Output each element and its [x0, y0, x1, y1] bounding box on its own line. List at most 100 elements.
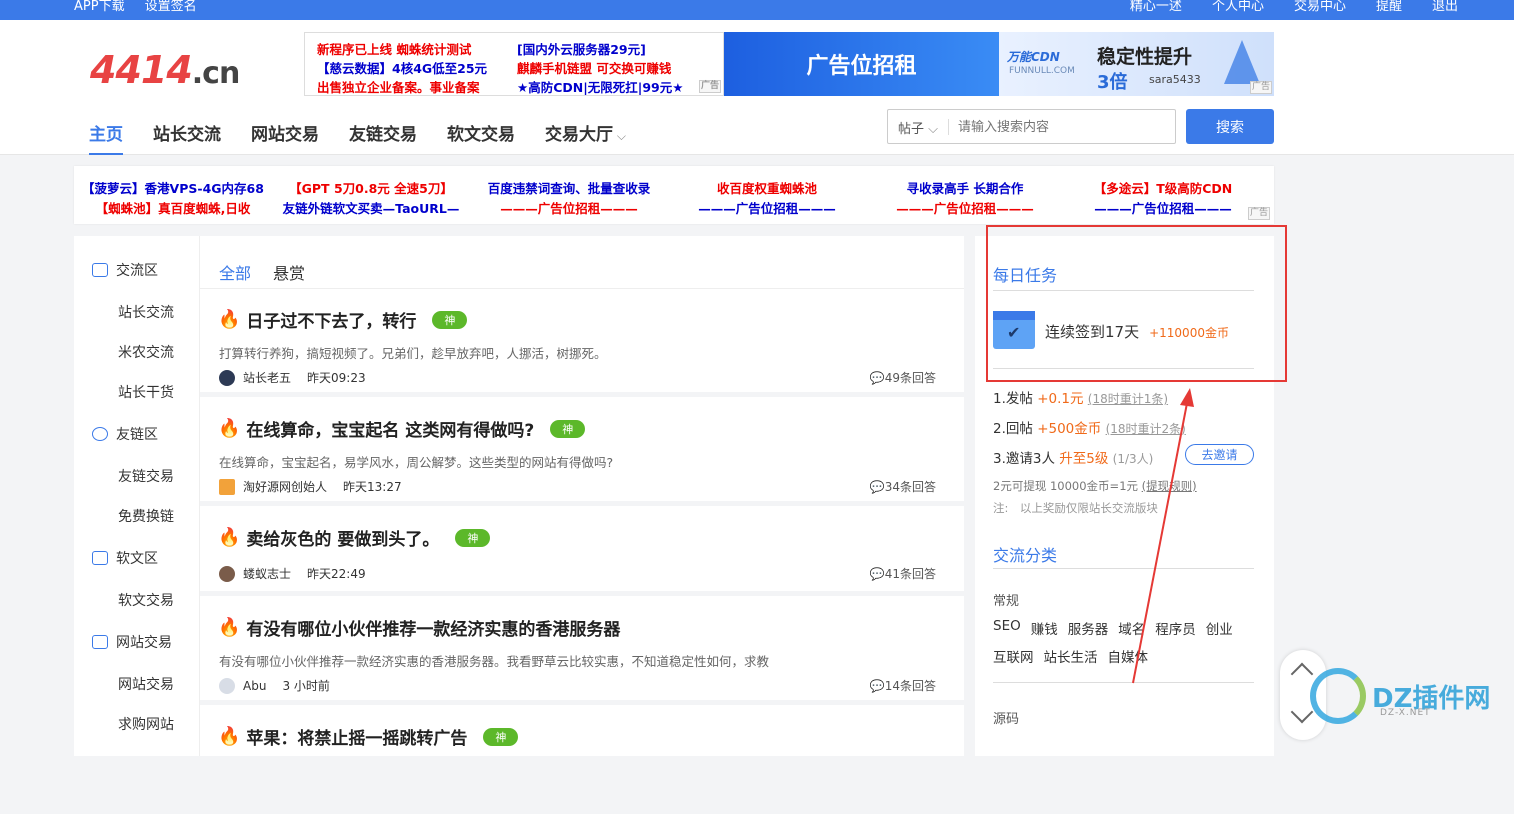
category-tag[interactable]: 域名 — [1118, 618, 1145, 638]
list-item[interactable]: 🔥 有没有哪位小伙伴推荐一款经济实惠的香港服务器 有没有哪位小伙伴推荐一款经济实惠… — [200, 597, 964, 705]
post-title[interactable]: 卖给灰色的 要做到头了。 — [246, 525, 439, 550]
post-author[interactable]: 蝼蚁志士 — [243, 565, 291, 582]
ad-link[interactable]: 【GPT 5刀0.8元 全速5刀】 — [272, 178, 470, 197]
ad-line[interactable]: [国内外云服务器29元] — [517, 39, 646, 58]
ad-link[interactable]: 百度违禁词查询、批量查收录 — [470, 178, 668, 197]
sidebar-section-articles[interactable]: 软文区 — [92, 548, 158, 568]
post-excerpt: 在线算命，宝宝起名，易学风水，周公解梦。这些类型的网站有得做吗? — [219, 455, 614, 470]
ad-line[interactable]: 麒麟手机链盟 可交换可赚钱 — [517, 58, 671, 77]
invite-button[interactable]: 去邀请 — [1185, 444, 1254, 465]
banner-ad-rent[interactable]: 广告位招租 — [724, 32, 999, 96]
category-tag[interactable]: 赚钱 — [1031, 618, 1058, 638]
category-tag[interactable]: 站长生活 — [1044, 646, 1098, 666]
site-logo[interactable]: 4414.cn — [90, 48, 240, 92]
list-item[interactable]: 🔥 卖给灰色的 要做到头了。神 蝼蚁志士 昨天22:49 💬41条回答 — [200, 507, 964, 596]
nav-webmaster[interactable]: 站长交流 — [153, 120, 221, 155]
text-ad-block[interactable]: 新程序已上线 蜘蛛统计测试 [国内外云服务器29元] 【慈云数据】4核4G低至2… — [304, 32, 724, 96]
comment-icon: 💬 — [869, 567, 885, 581]
divider — [993, 682, 1254, 683]
withdraw-rule-link[interactable]: (提现规则) — [1142, 479, 1197, 493]
sidebar-section-sites[interactable]: 网站交易 — [92, 632, 172, 652]
set-signature-link[interactable]: 设置签名 — [145, 0, 197, 14]
ad-line[interactable]: ★高防CDN|无限死扛|99元★ — [517, 77, 683, 96]
category-tag[interactable]: 服务器 — [1068, 618, 1109, 638]
top-bar: APP下载 设置签名 精心一述 个人中心 交易中心 提醒 退出 — [0, 0, 1514, 20]
avatar[interactable] — [219, 565, 235, 582]
ad-link[interactable]: 【菠萝云】香港VPS-4G内存68 — [74, 178, 272, 197]
ad-line[interactable]: 出售独立企业备案。事业备案 — [317, 77, 480, 96]
avatar[interactable] — [219, 677, 235, 694]
app-download-link[interactable]: APP下载 — [74, 0, 125, 14]
notify-link[interactable]: 提醒 — [1376, 0, 1402, 14]
search-button[interactable]: 搜索 — [1186, 109, 1274, 144]
nav-link-trade[interactable]: 友链交易 — [349, 120, 417, 155]
ad-link[interactable]: ———广告位招租——— — [470, 198, 668, 217]
ad-line[interactable]: 新程序已上线 蜘蛛统计测试 — [317, 39, 471, 58]
post-author[interactable]: 站长老五 — [243, 369, 291, 386]
trade-center-link[interactable]: 交易中心 — [1294, 0, 1346, 14]
ad-link[interactable]: 友链外链软文买卖—TaoURL— — [272, 198, 470, 217]
user-center-link[interactable]: 个人中心 — [1212, 0, 1264, 14]
avatar[interactable] — [219, 478, 235, 495]
ad-link[interactable]: 【多途云】T级高防CDN — [1064, 178, 1262, 197]
sidebar-item-tips[interactable]: 站长干货 — [118, 382, 174, 402]
ad-link[interactable]: 收百度权重蜘蛛池 — [668, 178, 866, 197]
nav-article-trade[interactable]: 软文交易 — [447, 120, 515, 155]
reply-count[interactable]: 14条回答 — [885, 679, 936, 693]
ad-link[interactable]: 【蜘蛛池】真百度蜘蛛,日收 — [74, 198, 272, 217]
comment-icon: 💬 — [869, 371, 885, 385]
post-title[interactable]: 在线算命，宝宝起名 这类网有得做吗? — [246, 416, 534, 441]
user-name-link[interactable]: 精心一述 — [1130, 0, 1182, 14]
ad-link[interactable]: ———广告位招租——— — [668, 198, 866, 217]
post-author[interactable]: 淘好源网创始人 — [243, 478, 327, 495]
post-title[interactable]: 日子过不下去了，转行 — [246, 307, 416, 332]
watermark-url: DZ-X.NET — [1380, 708, 1431, 718]
main-nav: 主页 站长交流 网站交易 友链交易 软文交易 交易大厅 ⌵ — [89, 120, 626, 155]
list-item[interactable]: 🔥 在线算命，宝宝起名 这类网有得做吗? 神 在线算命，宝宝起名，易学风水，周公解梦… — [200, 398, 964, 506]
list-item[interactable]: 🔥 苹果：将禁止摇一摇跳转广告神 — [200, 706, 964, 814]
ad-mark: 广告 — [698, 80, 721, 93]
category-tag[interactable]: SEO — [993, 618, 1021, 638]
category-row: 互联网 站长生活 自媒体 — [993, 646, 1148, 666]
post-author[interactable]: Abu — [243, 679, 266, 693]
category-tag[interactable]: 互联网 — [993, 646, 1034, 666]
sidebar-item-site-trade[interactable]: 网站交易 — [118, 674, 174, 694]
category-tag[interactable]: 自媒体 — [1108, 646, 1149, 666]
banner-ad-cdn[interactable]: 万能CDN FUNNULL.COM 稳定性提升 3倍 sara5433 广告 — [999, 32, 1274, 96]
logout-link[interactable]: 退出 — [1432, 0, 1458, 14]
ad-link[interactable]: 寻收录高手 长期合作 — [866, 178, 1064, 197]
tab-bounty[interactable]: 悬赏 — [273, 260, 305, 284]
ad-mark: 广告 — [1247, 207, 1270, 220]
list-item[interactable]: 🔥 日子过不下去了，转行神 打算转行养狗，搞短视频了。兄弟们，趁早放弃吧，人挪活，… — [200, 289, 964, 397]
ad-link[interactable]: ———广告位招租——— — [1064, 198, 1262, 217]
sidebar-item-link-trade[interactable]: 友链交易 — [118, 466, 174, 486]
reply-count[interactable]: 41条回答 — [885, 567, 936, 581]
search-input[interactable] — [958, 116, 1168, 138]
tab-all[interactable]: 全部 — [219, 260, 251, 284]
chevron-down-icon: ⌵ — [613, 129, 626, 143]
post-title[interactable]: 有没有哪位小伙伴推荐一款经济实惠的香港服务器 — [246, 615, 620, 640]
category-title: 交流分类 — [993, 546, 1058, 565]
post-tabs: 全部 悬赏 — [219, 260, 305, 284]
category-tag[interactable]: 程序员 — [1155, 618, 1196, 638]
main-content: 交流区 站长交流 米农交流 站长干货 友链区 友链交易 免费换链 软文区 软文交… — [74, 236, 964, 756]
reply-count[interactable]: 49条回答 — [885, 371, 936, 385]
nav-trade-hall[interactable]: 交易大厅 ⌵ — [545, 120, 626, 155]
ad-line[interactable]: 【慈云数据】4核4G低至25元 — [317, 58, 487, 77]
nav-site-trade[interactable]: 网站交易 — [251, 120, 319, 155]
category-tag[interactable]: 创业 — [1206, 618, 1233, 638]
sidebar-section-links[interactable]: 友链区 — [92, 424, 158, 444]
sidebar-item-webmaster[interactable]: 站长交流 — [118, 302, 174, 322]
search-box: 帖子 ⌵ — [887, 109, 1176, 144]
sidebar-item-article-trade[interactable]: 软文交易 — [118, 590, 174, 610]
reply-count[interactable]: 34条回答 — [885, 480, 936, 494]
avatar[interactable] — [219, 369, 235, 386]
sidebar-item-free-links[interactable]: 免费换链 — [118, 506, 174, 526]
nav-home[interactable]: 主页 — [89, 120, 123, 155]
sidebar-section-exchange[interactable]: 交流区 — [92, 260, 158, 280]
search-scope-select[interactable]: 帖子 ⌵ — [898, 118, 938, 137]
sidebar-item-domainer[interactable]: 米农交流 — [118, 342, 174, 362]
sidebar-item-buy-site[interactable]: 求购网站 — [118, 714, 174, 734]
ad-link[interactable]: ———广告位招租——— — [866, 198, 1064, 217]
post-time: 昨天13:27 — [343, 480, 402, 494]
